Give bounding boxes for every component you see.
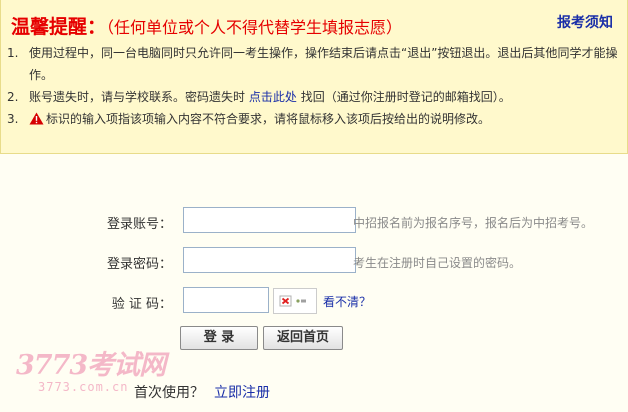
notice-item-2: 2. 账号遗失时，请与学校联系。密码遗失时 点击此处 找回（通过你注册时登记的邮… [7,86,619,108]
back-home-button[interactable]: 返回首页 [263,326,343,350]
notice-item-text: 标识的输入项指该项输入内容不符合要求，请将鼠标移入该项后按给出的说明修改。 [46,112,491,126]
captcha-input[interactable] [183,287,269,313]
register-link[interactable]: 立即注册 [214,385,270,401]
captcha-refresh-link[interactable]: 看不清？ [323,293,371,310]
notice-item-1: 1. 使用过程中，同一台电脑同时只允许同一考生操作，操作结束后请点击“退出”按钮… [7,42,619,86]
account-label: 登录账号： [106,217,172,232]
notice-item-text: 找回（通过你注册时登记的邮箱找回）。 [300,90,511,104]
notice-item-number: 3. [7,112,19,126]
captcha-row: 验 证 码： 看不清？ [0,287,628,315]
notice-item-3: 3. 标识的输入项指该项输入内容不符合要求，请将鼠标移入该项后按给出的说明修改。 [7,108,619,130]
account-row: 登录账号： 中招报名前为报名序号，报名后为中招考号。 [0,207,628,235]
notice-item-number: 1. [7,46,19,60]
password-row: 登录密码： 考生在注册时自己设置的密码。 [0,247,628,275]
signup-prompt: 首次使用？ [134,385,204,401]
notice-title-text: 温馨提醒： [11,16,107,38]
notice-subtitle: （任何单位或个人不得代替学生填报志愿） [106,18,403,37]
password-input[interactable] [183,247,356,273]
captcha-image[interactable] [273,288,317,314]
notice-item-text: 使用过程中，同一台电脑同时只允许同一考生操作，操作结束后请点击“退出”按钮退出。… [29,46,618,82]
notice-item-text: 账号遗失时，请与学校联系。密码遗失时 [29,90,246,104]
notice-item-number: 2. [7,90,19,104]
warning-icon [29,112,44,125]
notice-title: 温馨提醒：（任何单位或个人不得代替学生填报志愿） [11,12,402,39]
signup-line: 首次使用？ 立即注册 [134,382,270,402]
password-label: 登录密码： [106,257,172,272]
exam-guide-link[interactable]: 报考须知 [557,12,613,32]
account-input[interactable] [183,207,356,233]
password-recovery-link[interactable]: 点击此处 [249,90,297,104]
broken-image-icon [279,295,306,307]
notice-panel: 温馨提醒：（任何单位或个人不得代替学生填报志愿） 报考须知 1. 使用过程中，同… [0,0,628,154]
password-hint: 考生在注册时自己设置的密码。 [353,256,522,270]
watermark-logo-text: 3773考试网 [16,350,166,381]
captcha-label: 验 证 码： [111,297,172,312]
login-button[interactable]: 登 录 [180,326,258,350]
account-hint: 中招报名前为报名序号，报名后为中招考号。 [353,216,594,230]
notice-list: 1. 使用过程中，同一台电脑同时只允许同一考生操作，操作结束后请点击“退出”按钮… [7,42,619,130]
